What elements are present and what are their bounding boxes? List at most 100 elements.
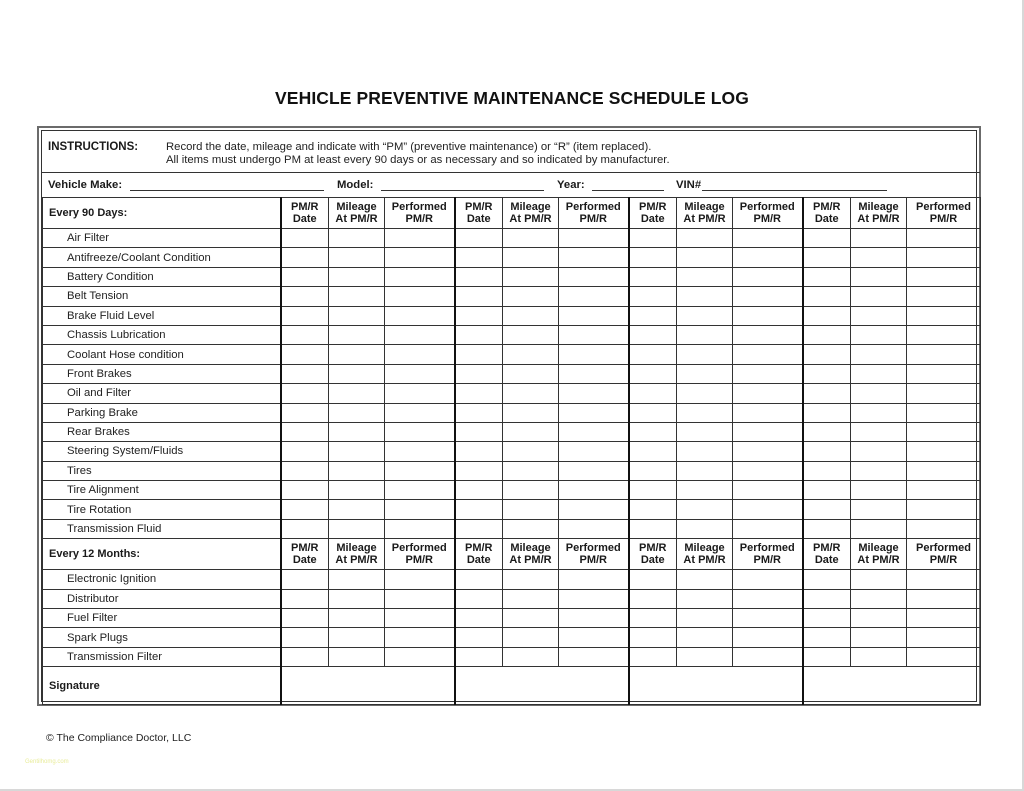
performed-cell[interactable]: [906, 286, 981, 307]
performed-cell[interactable]: [558, 344, 629, 365]
performed-cell[interactable]: [558, 227, 629, 249]
mileage-cell[interactable]: [328, 460, 385, 482]
mileage-cell[interactable]: [676, 247, 733, 268]
pmr-date-cell[interactable]: [279, 646, 329, 668]
pmr-date-cell[interactable]: [627, 627, 677, 648]
mileage-cell[interactable]: [676, 460, 733, 482]
pmr-date-cell[interactable]: [627, 286, 677, 307]
pmr-date-cell[interactable]: [279, 247, 329, 268]
mileage-cell[interactable]: [502, 247, 559, 268]
mileage-cell[interactable]: [850, 402, 907, 423]
performed-cell[interactable]: [732, 627, 803, 648]
mileage-cell[interactable]: [502, 588, 559, 610]
performed-cell[interactable]: [732, 480, 803, 501]
performed-cell[interactable]: [732, 402, 803, 423]
pmr-date-cell[interactable]: [453, 363, 503, 385]
mileage-cell[interactable]: [502, 266, 559, 288]
pmr-date-cell[interactable]: [453, 227, 503, 249]
performed-cell[interactable]: [384, 227, 455, 249]
pmr-date-cell[interactable]: [801, 480, 851, 501]
pmr-date-cell[interactable]: [279, 499, 329, 520]
performed-cell[interactable]: [732, 569, 803, 590]
performed-cell[interactable]: [558, 286, 629, 307]
performed-cell[interactable]: [558, 608, 629, 629]
mileage-cell[interactable]: [328, 247, 385, 268]
performed-cell[interactable]: [906, 460, 981, 482]
performed-cell[interactable]: [384, 286, 455, 307]
mileage-cell[interactable]: [676, 627, 733, 648]
pmr-date-cell[interactable]: [279, 286, 329, 307]
performed-cell[interactable]: [384, 421, 455, 443]
pmr-date-cell[interactable]: [801, 227, 851, 249]
pmr-date-cell[interactable]: [279, 266, 329, 288]
mileage-cell[interactable]: [676, 383, 733, 404]
performed-cell[interactable]: [732, 588, 803, 610]
mileage-cell[interactable]: [676, 588, 733, 610]
vehicle-make-field[interactable]: [130, 179, 324, 191]
mileage-cell[interactable]: [850, 363, 907, 385]
pmr-date-cell[interactable]: [279, 627, 329, 648]
pmr-date-cell[interactable]: [453, 588, 503, 610]
mileage-cell[interactable]: [328, 569, 385, 590]
mileage-cell[interactable]: [676, 227, 733, 249]
mileage-cell[interactable]: [328, 588, 385, 610]
mileage-cell[interactable]: [676, 569, 733, 590]
pmr-date-cell[interactable]: [801, 569, 851, 590]
performed-cell[interactable]: [732, 305, 803, 326]
pmr-date-cell[interactable]: [627, 402, 677, 423]
mileage-cell[interactable]: [676, 518, 733, 540]
pmr-date-cell[interactable]: [453, 569, 503, 590]
performed-cell[interactable]: [732, 518, 803, 540]
signature-cell[interactable]: [627, 666, 803, 706]
mileage-cell[interactable]: [850, 305, 907, 326]
performed-cell[interactable]: [906, 646, 981, 668]
mileage-cell[interactable]: [676, 608, 733, 629]
pmr-date-cell[interactable]: [279, 569, 329, 590]
pmr-date-cell[interactable]: [453, 324, 503, 346]
performed-cell[interactable]: [732, 344, 803, 365]
performed-cell[interactable]: [558, 646, 629, 668]
pmr-date-cell[interactable]: [801, 627, 851, 648]
mileage-cell[interactable]: [850, 247, 907, 268]
performed-cell[interactable]: [906, 518, 981, 540]
performed-cell[interactable]: [558, 324, 629, 346]
pmr-date-cell[interactable]: [627, 266, 677, 288]
performed-cell[interactable]: [906, 499, 981, 520]
pmr-date-cell[interactable]: [627, 247, 677, 268]
mileage-cell[interactable]: [502, 286, 559, 307]
pmr-date-cell[interactable]: [801, 499, 851, 520]
pmr-date-cell[interactable]: [279, 480, 329, 501]
pmr-date-cell[interactable]: [279, 305, 329, 326]
pmr-date-cell[interactable]: [279, 383, 329, 404]
performed-cell[interactable]: [732, 383, 803, 404]
pmr-date-cell[interactable]: [627, 441, 677, 462]
performed-cell[interactable]: [384, 499, 455, 520]
pmr-date-cell[interactable]: [627, 588, 677, 610]
mileage-cell[interactable]: [850, 460, 907, 482]
pmr-date-cell[interactable]: [801, 518, 851, 540]
pmr-date-cell[interactable]: [453, 460, 503, 482]
mileage-cell[interactable]: [328, 324, 385, 346]
pmr-date-cell[interactable]: [279, 227, 329, 249]
pmr-date-cell[interactable]: [279, 608, 329, 629]
pmr-date-cell[interactable]: [627, 324, 677, 346]
pmr-date-cell[interactable]: [801, 344, 851, 365]
pmr-date-cell[interactable]: [453, 266, 503, 288]
mileage-cell[interactable]: [328, 646, 385, 668]
mileage-cell[interactable]: [502, 608, 559, 629]
performed-cell[interactable]: [732, 499, 803, 520]
performed-cell[interactable]: [384, 460, 455, 482]
pmr-date-cell[interactable]: [453, 421, 503, 443]
mileage-cell[interactable]: [676, 421, 733, 443]
mileage-cell[interactable]: [850, 569, 907, 590]
year-field[interactable]: [592, 179, 664, 191]
performed-cell[interactable]: [732, 227, 803, 249]
performed-cell[interactable]: [906, 627, 981, 648]
performed-cell[interactable]: [384, 344, 455, 365]
performed-cell[interactable]: [906, 441, 981, 462]
pmr-date-cell[interactable]: [453, 247, 503, 268]
mileage-cell[interactable]: [502, 324, 559, 346]
mileage-cell[interactable]: [328, 344, 385, 365]
performed-cell[interactable]: [384, 402, 455, 423]
pmr-date-cell[interactable]: [627, 608, 677, 629]
